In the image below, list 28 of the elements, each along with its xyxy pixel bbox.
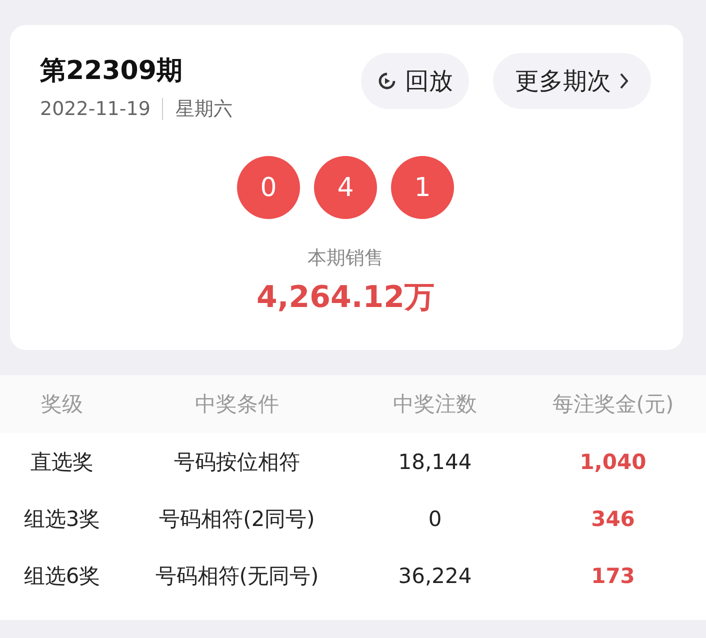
- number-ball: 0: [237, 156, 300, 219]
- column-header: 每注奖金(元): [551, 391, 675, 418]
- column-header: 中奖条件: [194, 391, 280, 418]
- column-header: 奖级: [40, 391, 84, 418]
- column-header: 中奖注数: [392, 391, 478, 418]
- chevron-right-icon: [619, 72, 629, 90]
- table-cell-text: 18,144: [397, 450, 473, 474]
- replay-icon: [377, 71, 397, 91]
- table-cell-text: 组选3奖: [22, 506, 102, 532]
- issue-title: 第22309期: [40, 55, 184, 88]
- table-cell-text: 36,224: [397, 564, 473, 588]
- sales-label: 本期销售: [308, 246, 384, 271]
- table-cell-text: 号码相符(无同号): [154, 562, 320, 590]
- table-cell-text: 346: [590, 506, 636, 530]
- number-ball: 4: [314, 156, 377, 219]
- more-issues-button[interactable]: 更多期次: [493, 53, 651, 109]
- table-cell-text: 号码相符(2同号): [158, 506, 316, 532]
- sales-amount: 4,264.12万: [256, 279, 435, 317]
- table-cell-text: 号码按位相符: [173, 448, 301, 476]
- table-cell-text: 直选奖: [30, 448, 94, 476]
- draw-date: 2022-11-19: [40, 98, 150, 120]
- weekday: 星期六: [175, 97, 232, 122]
- table-cell-text: 1,040: [578, 450, 648, 474]
- table-cell-text: 0: [427, 506, 443, 530]
- number-ball: 1: [391, 156, 454, 219]
- table-cell-text: 组选6奖: [22, 562, 102, 590]
- replay-button[interactable]: 回放: [361, 53, 469, 109]
- table-cell-text: 173: [590, 564, 636, 588]
